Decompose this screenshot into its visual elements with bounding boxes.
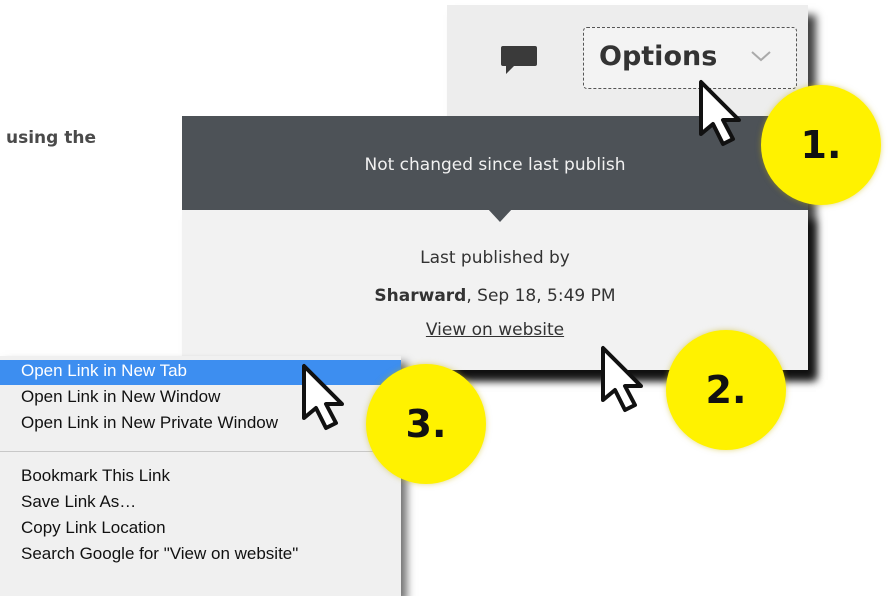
menu-item-copy-link[interactable]: Copy Link Location [21, 518, 166, 538]
step-badge-1: 1. [761, 85, 881, 205]
comment-icon[interactable] [500, 44, 540, 78]
cursor-arrow-icon [699, 80, 741, 146]
menu-item-search-google[interactable]: Search Google for "View on website" [21, 544, 298, 564]
options-button[interactable]: Options [583, 27, 797, 89]
menu-separator [0, 451, 401, 452]
publish-date: , Sep 18, 5:49 PM [466, 286, 616, 306]
publisher-name: Sharward [374, 286, 467, 306]
menu-item-bookmark[interactable]: Bookmark This Link [21, 466, 170, 486]
options-label: Options [599, 41, 718, 72]
cursor-arrow-icon [302, 364, 344, 430]
cursor-arrow-icon [601, 346, 643, 412]
step-badge-2: 2. [666, 330, 786, 450]
publish-info: Sharward, Sep 18, 5:49 PM [182, 286, 808, 306]
tooltip-arrow [487, 208, 513, 222]
chevron-down-icon [751, 51, 771, 62]
menu-item-open-private-window[interactable]: Open Link in New Private Window [21, 413, 278, 433]
last-published-label: Last published by [420, 248, 570, 268]
intro-text: using the [6, 128, 96, 148]
tooltip-text: Not changed since last publish [364, 155, 626, 175]
menu-item-open-new-window[interactable]: Open Link in New Window [21, 387, 220, 407]
menu-item-open-new-tab[interactable]: Open Link in New Tab [21, 361, 187, 381]
step-badge-3: 3. [366, 364, 486, 484]
menu-item-save-link[interactable]: Save Link As… [21, 492, 136, 512]
